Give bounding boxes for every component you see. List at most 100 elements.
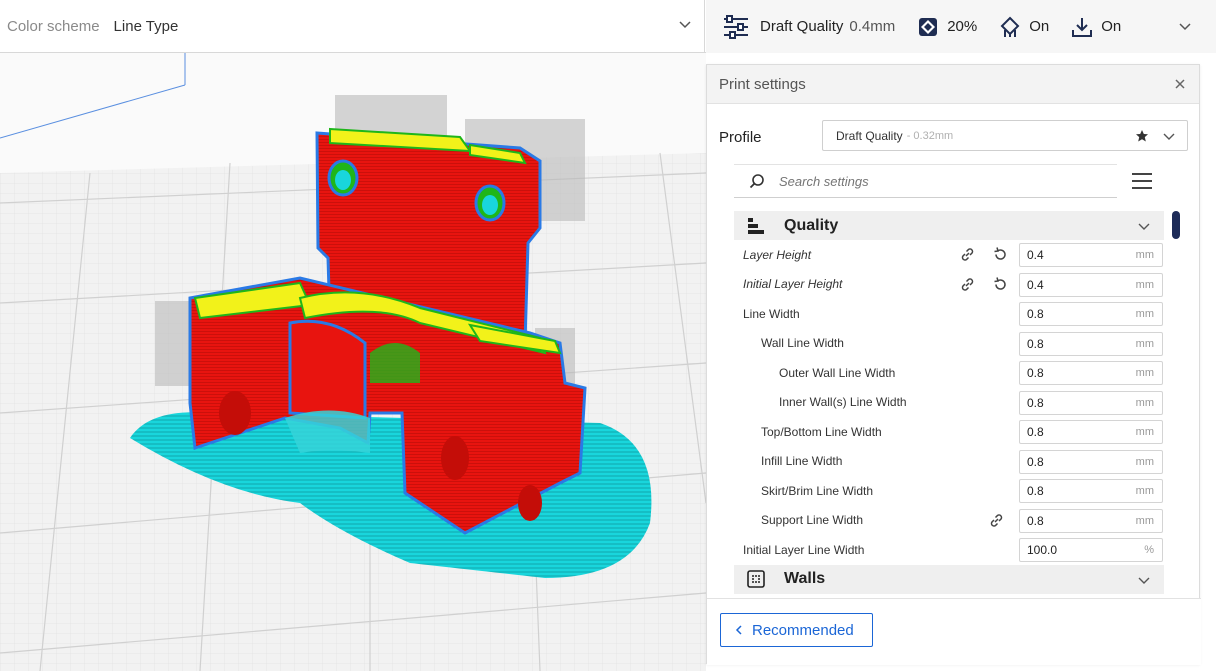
field-value: 0.8 [1027, 484, 1044, 498]
field-value: 0.8 [1027, 307, 1044, 321]
setting-actions [988, 512, 1006, 530]
settings-list[interactable]: Quality Layer Height 0.4 mm Initial Laye… [734, 211, 1164, 595]
setting-line-width: Line Width 0.8 mm [734, 299, 1164, 329]
link-icon[interactable] [959, 276, 976, 293]
color-scheme-value: Line Type [113, 18, 179, 35]
search-input[interactable] [779, 173, 1099, 189]
field-unit: mm [1135, 367, 1154, 379]
layer-height-label: 0.4mm [849, 18, 896, 35]
layer-height-field[interactable]: 0.4 mm [1019, 243, 1163, 267]
support-value: On [1029, 18, 1050, 35]
line-width-field[interactable]: 0.8 mm [1019, 302, 1163, 326]
field-unit: mm [1135, 455, 1154, 468]
category-quality[interactable]: Quality [734, 211, 1164, 240]
field-value: 0.8 [1027, 425, 1044, 439]
setting-support-line-width: Support Line Width 0.8 mm [734, 506, 1164, 536]
field-unit: % [1144, 544, 1154, 556]
support-summary: On [999, 16, 1049, 38]
field-unit: mm [1135, 337, 1154, 350]
setting-actions [959, 246, 1009, 264]
field-value: 100.0 [1027, 543, 1058, 557]
link-icon[interactable] [988, 512, 1005, 529]
support-icon [1000, 16, 1020, 37]
setting-wall-line-width: Wall Line Width 0.8 mm [734, 329, 1164, 359]
scrollbar[interactable] [1172, 211, 1180, 239]
reset-icon[interactable] [992, 246, 1009, 263]
profile-selector[interactable]: Draft Quality - 0.32mm [822, 120, 1188, 151]
chevron-down-icon[interactable] [1178, 19, 1192, 33]
recommended-button[interactable]: Recommended [720, 613, 873, 647]
setting-layer-height: Layer Height 0.4 mm [734, 240, 1164, 270]
sliders-icon [724, 14, 748, 39]
field-value: 0.4 [1027, 277, 1044, 292]
link-icon[interactable] [959, 246, 976, 263]
setting-label: Skirt/Brim Line Width [761, 483, 874, 498]
quality-layers-icon [748, 217, 764, 234]
chevron-down-icon[interactable] [1138, 574, 1150, 586]
panel-title: Print settings [719, 75, 806, 93]
profile-layer-height: - 0.32mm [906, 129, 954, 142]
category-walls[interactable]: Walls [734, 564, 1164, 594]
search-icon [749, 174, 764, 189]
top-bottom-line-width-field[interactable]: 0.8 mm [1019, 420, 1163, 444]
setting-inner-wall-line-width: Inner Wall(s) Line Width 0.8 mm [734, 388, 1164, 418]
color-scheme-selector[interactable]: Color scheme Line Type [0, 0, 705, 53]
setting-label: Initial Layer Line Width [743, 542, 865, 557]
field-value: 0.8 [1027, 454, 1044, 469]
chevron-down-icon[interactable] [1163, 130, 1175, 142]
setting-outer-wall-line-width: Outer Wall Line Width 0.8 mm [734, 358, 1164, 388]
recommended-label: Recommended [752, 621, 854, 639]
initial-layer-height-field[interactable]: 0.4 mm [1019, 272, 1163, 297]
adhesion-value: On [1101, 18, 1122, 35]
profile-name: Draft Quality [836, 128, 903, 143]
field-unit: mm [1135, 308, 1154, 320]
print-settings-panel: Print settings Profile Draft Quality - 0… [706, 64, 1201, 665]
setting-label: Top/Bottom Line Width [761, 424, 882, 439]
setting-initial-layer-height: Initial Layer Height 0.4 mm [734, 270, 1164, 300]
field-unit: mm [1135, 278, 1154, 291]
initial-layer-line-width-field[interactable]: 100.0 % [1019, 538, 1163, 562]
category-label: Quality [784, 216, 839, 234]
infill-line-width-field[interactable]: 0.8 mm [1019, 449, 1163, 474]
infill-icon [919, 17, 938, 36]
menu-icon[interactable] [1131, 171, 1153, 191]
chevron-left-icon [735, 625, 742, 635]
quality-label: Draft Quality [760, 18, 844, 35]
build-plate-scene [0, 53, 706, 671]
setting-label: Wall Line Width [761, 336, 844, 351]
setting-label: Support Line Width [761, 513, 864, 528]
setting-label: Line Width [743, 306, 800, 321]
close-icon[interactable] [1173, 77, 1187, 91]
panel-footer: Recommended [707, 598, 1201, 665]
setting-skirt-brim-line-width: Skirt/Brim Line Width 0.8 mm [734, 476, 1164, 506]
field-value: 0.8 [1027, 366, 1044, 380]
infill-value: 20% [947, 18, 978, 35]
walls-icon [747, 570, 765, 588]
reset-icon[interactable] [992, 276, 1009, 293]
field-unit: mm [1135, 426, 1154, 438]
setting-initial-layer-line-width: Initial Layer Line Width 100.0 % [734, 535, 1164, 565]
color-scheme-label: Color scheme [7, 18, 100, 35]
adhesion-icon [1072, 17, 1093, 37]
star-icon[interactable] [1135, 129, 1149, 143]
3d-viewport[interactable] [0, 53, 706, 671]
wall-line-width-field[interactable]: 0.8 mm [1019, 331, 1163, 356]
support-line-width-field[interactable]: 0.8 mm [1019, 508, 1163, 533]
outer-wall-line-width-field[interactable]: 0.8 mm [1019, 361, 1163, 385]
setting-label: Outer Wall Line Width [779, 365, 896, 380]
inner-wall-line-width-field[interactable]: 0.8 mm [1019, 390, 1163, 415]
chevron-down-icon[interactable] [678, 17, 692, 31]
field-value: 0.8 [1027, 336, 1044, 351]
profile-label: Profile [719, 129, 762, 146]
setting-actions [959, 276, 1009, 294]
infill-summary: 20% [917, 16, 977, 38]
chevron-down-icon[interactable] [1138, 220, 1150, 232]
field-unit: mm [1135, 514, 1154, 527]
field-unit: mm [1135, 249, 1154, 261]
field-value: 0.4 [1027, 248, 1044, 262]
skirt-brim-line-width-field[interactable]: 0.8 mm [1019, 479, 1163, 503]
print-setup-summary[interactable]: Draft Quality 0.4mm 20% On On [706, 0, 1216, 53]
setting-label: Inner Wall(s) Line Width [779, 395, 907, 410]
field-unit: mm [1135, 485, 1154, 497]
field-value: 0.8 [1027, 395, 1044, 410]
